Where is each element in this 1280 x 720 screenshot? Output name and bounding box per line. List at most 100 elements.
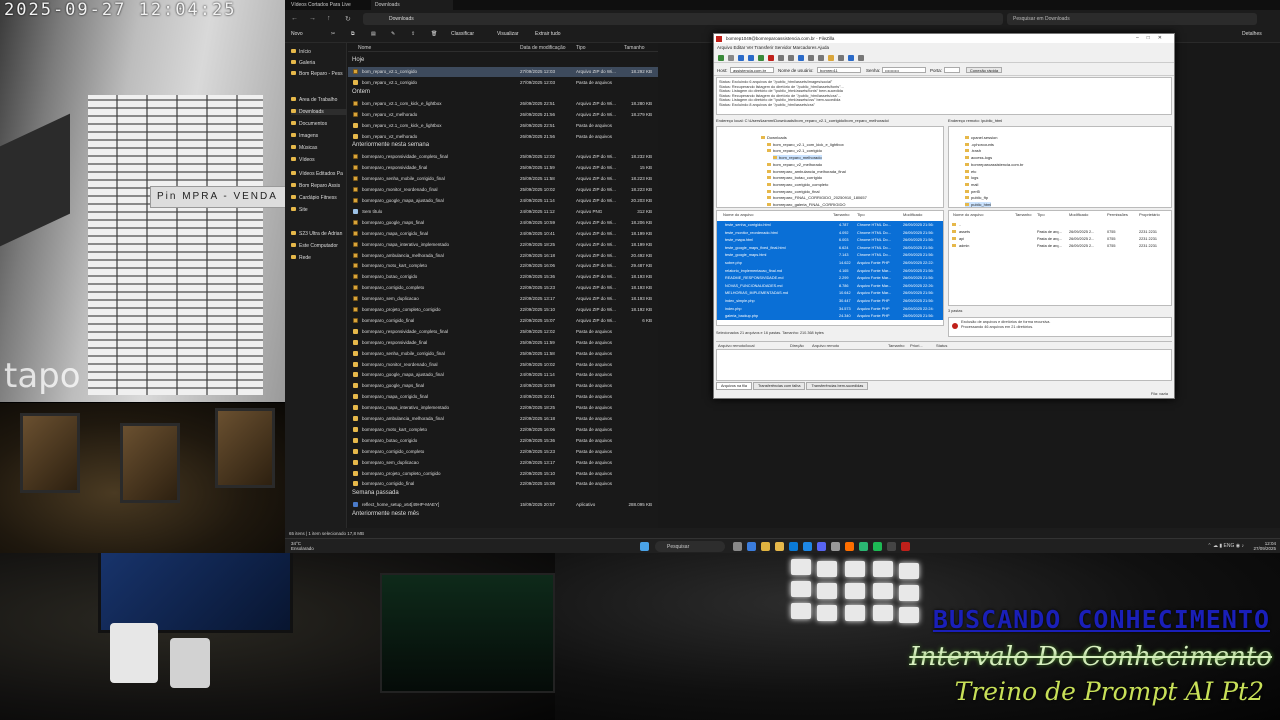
file-row[interactable]: bomreparo_corrigido_completo 22/09/2025 1… [348,283,658,293]
file-row[interactable]: bomreparo_botao_corrigido 22/09/2025 15:3… [348,436,658,446]
local-file-row[interactable]: teste_google_maps.html 7.143 Chrome HTML D… [717,251,943,259]
rename-icon[interactable]: ✎ [391,31,395,37]
tree-node[interactable]: etc [965,169,976,174]
file-row[interactable]: bomreparo_monitor_reordenado_final 25/09/… [348,360,658,370]
nav-item[interactable]: Área de Trabalho [291,97,347,103]
sort-button[interactable]: Classificar [451,31,474,37]
language-indicator[interactable]: ENG [1224,543,1235,549]
queue-column[interactable]: Priori... [910,343,923,348]
tree-node[interactable]: bomreparoassistencia.com.br [965,162,1023,167]
local-file-row[interactable]: galeria_backup.php 24.340 Arquivo Fonte PH… [717,312,943,320]
queue-column[interactable]: Direção [790,343,804,348]
file-row[interactable]: bom_reparo_v2_melhorado 26/09/2025 21:56 P… [348,132,658,142]
file-row[interactable]: bomreparo_responsividade_completo_final 2… [348,327,658,337]
nav-item[interactable]: Vídeos Editados Pa [291,171,347,177]
weather-widget[interactable]: 34°C Ensolarado [291,541,314,551]
chrome-icon[interactable] [761,542,770,551]
tree-node[interactable]: bomreparo_galeria_FINAL_CORRIGIDO [767,202,845,207]
tree-node[interactable]: cpanel.session [965,135,997,140]
file-row[interactable]: bomreparo_moto_kart_completo 22/09/2025 1… [348,261,658,271]
toolbar-icon[interactable] [798,55,804,61]
nav-item[interactable]: Rede [291,255,347,261]
tree-node[interactable]: logs [965,175,978,180]
file-row[interactable]: bomreparo_responsividade_final 25/09/2025… [348,338,658,348]
file-row[interactable]: bom_reparo_v2.1_corrigido 27/09/2025 12:0… [348,78,658,88]
file-row[interactable]: bomreparo_botao_corrigido 22/09/2025 15:3… [348,272,658,282]
queue-column[interactable]: Status [936,343,947,348]
up-arrow-icon[interactable]: ↑ [327,15,331,22]
start-icon[interactable] [640,542,649,551]
file-row[interactable]: bom_reparo_v2_melhorado 26/09/2025 21:56 A… [348,110,658,120]
file-row[interactable]: bomreparo_responsividade_completo_final 2… [348,152,658,162]
toolbar-icon[interactable] [778,55,784,61]
file-row[interactable]: bomreparo_google_mapa_ajustado_final 24/0… [348,196,658,206]
queue-tab[interactable]: Arquivos na fila [716,382,752,390]
share-icon[interactable]: ⇪ [411,31,415,37]
column-header[interactable]: Modificado [903,212,922,217]
file-row[interactable]: bomreparo_mapa_interativo_implementado 22… [348,240,658,250]
remote-file-row[interactable]: assets Pasta de arq... 26/09/2025 2... 0755… [949,228,1171,235]
column-header[interactable]: Tipo [1037,212,1045,217]
column-header[interactable]: Tamanho [833,212,849,217]
obs-icon[interactable] [887,542,896,551]
tree-node[interactable]: bomreparo_ambulancia_melhorada_final [767,169,846,174]
file-row[interactable]: reflect_home_setup_x64[49HP-MAEY] 15/09/2… [348,500,658,510]
nav-item[interactable]: Imagens [291,133,347,139]
file-row[interactable]: bomreparo_mapa_interativo_implementado 22… [348,403,658,413]
column-name[interactable]: Nome [358,45,371,51]
local-file-row[interactable]: teste_google_maps_fixed_final.html 6.624 C… [717,243,943,252]
toolbar-icon[interactable] [718,55,724,61]
nav-item[interactable]: Galeria [291,60,347,66]
group-header[interactable]: Hoje [352,57,364,63]
file-row[interactable]: bomreparo_google_mapa_ajustado_final 24/0… [348,370,658,380]
password-field[interactable]: •••••••••• [882,67,926,73]
local-file-row[interactable]: teste_senha_corrigido.html 4.787 Chrome HT… [717,221,943,229]
column-type[interactable]: Tipo [576,45,586,51]
file-row[interactable]: Sem título 24/09/2025 11:12 Arquivo PNG 312… [348,207,658,217]
host-field[interactable]: assistencia.com.br [730,67,774,73]
app-icon[interactable] [859,542,868,551]
column-header[interactable]: Nome do arquivo [723,212,753,217]
tree-node[interactable]: public_ftp [965,195,988,200]
remote-file-row[interactable]: api Pasta de arq... 26/09/2025 2... 0755 223… [949,235,1171,242]
remote-file-row[interactable]: admin Pasta de arq... 26/09/2025 2... 0755 2… [949,242,1171,249]
nav-item[interactable]: Cardápio Fitness [291,195,347,201]
column-header[interactable]: Tamanho [1015,212,1031,217]
nav-item[interactable]: Bom Reparo Assis [291,183,347,189]
local-file-row[interactable]: index_simple.php 30.447 Arquivo Fonte PHP 2… [717,297,943,305]
tree-node[interactable]: bom_reparo_v2_melhorado [767,162,822,167]
toolbar-icon[interactable] [738,55,744,61]
toolbar-icon[interactable] [858,55,864,61]
queue-tab[interactable]: Transferências com falha [752,382,806,390]
copy-icon[interactable]: ⧉ [351,31,355,37]
local-path[interactable]: Endereço local: C:\Users\lazmm\Downloads… [716,118,944,125]
nav-item[interactable]: Documentos [291,121,347,127]
toolbar-icon[interactable] [748,55,754,61]
tree-node[interactable]: public_html [965,202,992,207]
file-row[interactable]: bomreparo_ambulancia_melhorada_final 22/0… [348,414,658,424]
local-file-row[interactable]: index.php 34.573 Arquivo Fonte PHP 26/09/20… [717,304,943,313]
file-row[interactable]: bomreparo_projeto_completo_corrigido 22/0… [348,305,658,315]
column-date[interactable]: Data de modificação [520,45,566,51]
tree-node[interactable]: bomreparo_corrigido_completo [767,182,828,187]
group-header[interactable]: Anteriormente nesta semana [352,142,429,148]
file-row[interactable]: bomreparo_sem_duplicacao 22/09/2025 13:17… [348,458,658,468]
file-row[interactable]: bom_reparo_v2.1_com_kick_e_lightbox 26/09… [348,121,658,131]
group-header[interactable]: Semana passada [352,490,399,496]
app-icon[interactable] [803,542,812,551]
file-row[interactable]: bomreparo_monitor_reordenado_final 25/09/… [348,185,658,195]
column-header[interactable]: Proprietário [1139,212,1160,217]
system-tray[interactable]: ⌃ ☁ ▮ ENG ◉ ♪ [1207,543,1244,549]
column-size[interactable]: Tamanho [624,45,645,51]
paste-icon[interactable]: ▤ [371,31,376,37]
username-field[interactable]: bomrep11 [817,67,861,73]
file-row[interactable]: bomreparo_ambulancia_melhorada_final 22/0… [348,251,658,261]
local-file-row[interactable]: NOVAS_FUNCIONALIDADES.md 8.786 Arquivo Fon… [717,281,943,290]
discord-icon[interactable] [817,542,826,551]
tree-node[interactable]: bom_reparo_melhorado [773,155,822,161]
search-input[interactable]: Pesquisar em Downloads [1007,13,1257,25]
filezilla-menu-bar[interactable]: Arquivo Editar Ver Transferir Servidor M… [714,44,1174,52]
toolbar-icon[interactable] [758,55,764,61]
queue-tab[interactable]: Transferências bem-sucedidas [806,382,869,390]
remote-file-row[interactable]: .. [949,221,1171,228]
